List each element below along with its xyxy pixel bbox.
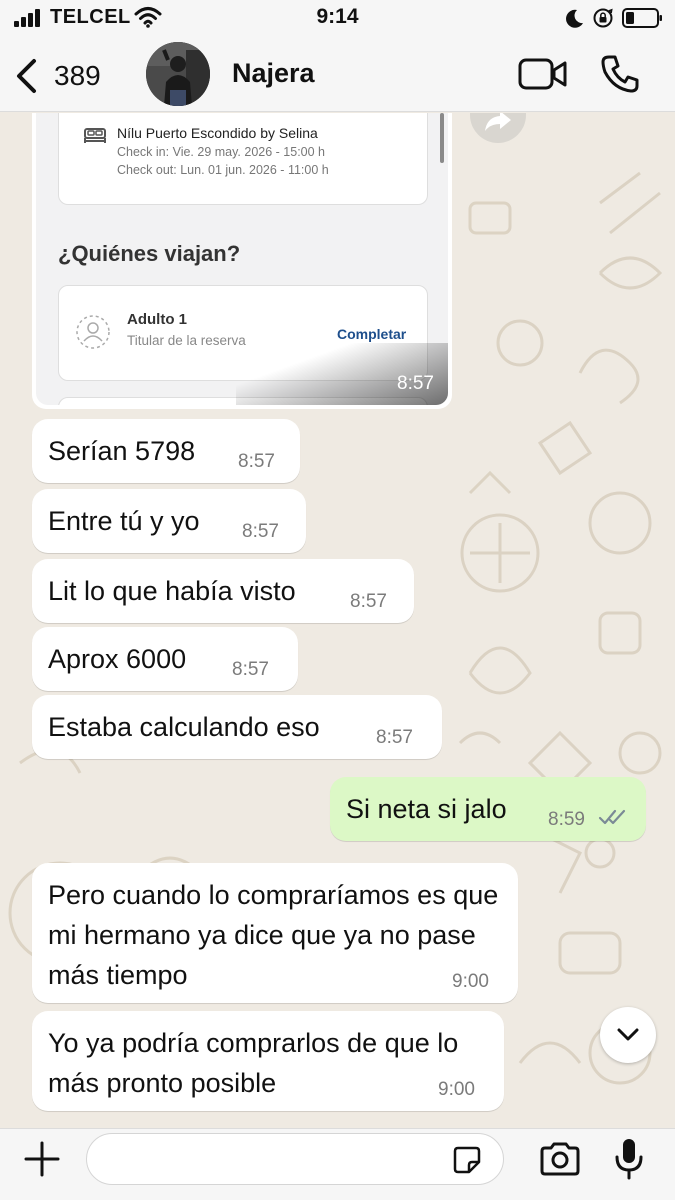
sticker-icon[interactable] bbox=[452, 1145, 482, 1175]
hotel-card: Nílu Puerto Escondido by Selina Check in… bbox=[58, 113, 428, 205]
message-time: 8:57 bbox=[397, 373, 434, 394]
chevron-down-icon bbox=[617, 1028, 639, 1041]
image-message[interactable]: Nílu Puerto Escondido by Selina Check in… bbox=[32, 113, 452, 409]
message-bubble[interactable]: Serían 5798 8:57 bbox=[32, 419, 300, 483]
message-time: 9:00 bbox=[452, 971, 489, 992]
message-text: Yo ya podría comprarlos de que lo más pr… bbox=[48, 1028, 459, 1098]
back-button[interactable]: 389 bbox=[14, 54, 101, 98]
message-time: 8:57 bbox=[238, 451, 275, 472]
screenshot-scrollbar bbox=[440, 113, 444, 163]
bed-icon bbox=[84, 128, 106, 143]
traveler-subtitle: Titular de la reserva bbox=[127, 333, 246, 348]
travelers-heading: ¿Quiénes viajan? bbox=[58, 241, 241, 266]
message-text: Aprox 6000 bbox=[48, 644, 187, 674]
message-text: Pero cuando lo compraríamos es que mi he… bbox=[48, 880, 499, 990]
plus-icon[interactable] bbox=[22, 1139, 62, 1179]
complete-link: Completar bbox=[337, 326, 407, 342]
message-text: Entre tú y yo bbox=[48, 506, 200, 536]
message-bubble[interactable]: Entre tú y yo 8:57 bbox=[32, 489, 306, 553]
forward-icon bbox=[485, 113, 511, 131]
message-time: 8:59 bbox=[548, 809, 585, 830]
message-time: 8:57 bbox=[242, 521, 279, 542]
message-bubble-outgoing[interactable]: Si neta si jalo 8:59 bbox=[330, 777, 646, 841]
traveler-title: Adulto 1 bbox=[127, 311, 187, 328]
hotel-name: Nílu Puerto Escondido by Selina bbox=[117, 125, 318, 141]
message-bubble[interactable]: Aprox 6000 8:57 bbox=[32, 627, 298, 691]
orientation-lock-icon bbox=[593, 8, 613, 28]
message-bubble[interactable]: Pero cuando lo compraríamos es que mi he… bbox=[32, 863, 518, 1003]
message-bubble[interactable]: Lit lo que había visto 8:57 bbox=[32, 559, 414, 623]
scroll-to-bottom-button[interactable] bbox=[600, 1007, 656, 1063]
avatar-photo bbox=[146, 42, 210, 106]
microphone-icon[interactable] bbox=[614, 1137, 644, 1181]
message-input[interactable] bbox=[86, 1133, 504, 1185]
message-composer bbox=[0, 1128, 675, 1200]
person-icon bbox=[76, 315, 110, 349]
check-in-text: Check in: Vie. 29 may. 2026 - 15:00 h bbox=[117, 145, 325, 159]
status-bar: TELCEL 9:14 bbox=[0, 0, 675, 40]
contact-name[interactable]: Najera bbox=[232, 58, 315, 89]
battery-icon bbox=[622, 8, 662, 28]
moon-icon bbox=[566, 9, 583, 28]
check-out-text: Check out: Lun. 01 jun. 2026 - 11:00 h bbox=[117, 163, 329, 177]
message-bubble[interactable]: Estaba calculando eso 8:57 bbox=[32, 695, 442, 759]
chat-area[interactable]: Nílu Puerto Escondido by Selina Check in… bbox=[0, 113, 675, 1128]
message-time: 9:00 bbox=[438, 1079, 475, 1100]
message-bubble[interactable]: Yo ya podría comprarlos de que lo más pr… bbox=[32, 1011, 504, 1111]
unread-count: 389 bbox=[54, 60, 101, 91]
message-time: 8:57 bbox=[350, 591, 387, 612]
message-text: Si neta si jalo bbox=[346, 794, 507, 824]
double-check-icon bbox=[598, 809, 626, 825]
message-text: Lit lo que había visto bbox=[48, 576, 296, 606]
message-time: 8:57 bbox=[376, 727, 413, 748]
camera-icon[interactable] bbox=[538, 1141, 582, 1177]
phone-call-button[interactable] bbox=[600, 54, 640, 94]
message-text: Estaba calculando eso bbox=[48, 712, 320, 742]
message-text: Serían 5798 bbox=[48, 436, 196, 466]
chevron-left-icon bbox=[17, 59, 36, 93]
booking-screenshot: Nílu Puerto Escondido by Selina Check in… bbox=[36, 113, 448, 405]
video-call-button[interactable] bbox=[518, 56, 568, 92]
chat-header: 389 Najera bbox=[0, 40, 675, 112]
message-time: 8:57 bbox=[232, 659, 269, 680]
avatar[interactable] bbox=[146, 42, 210, 106]
